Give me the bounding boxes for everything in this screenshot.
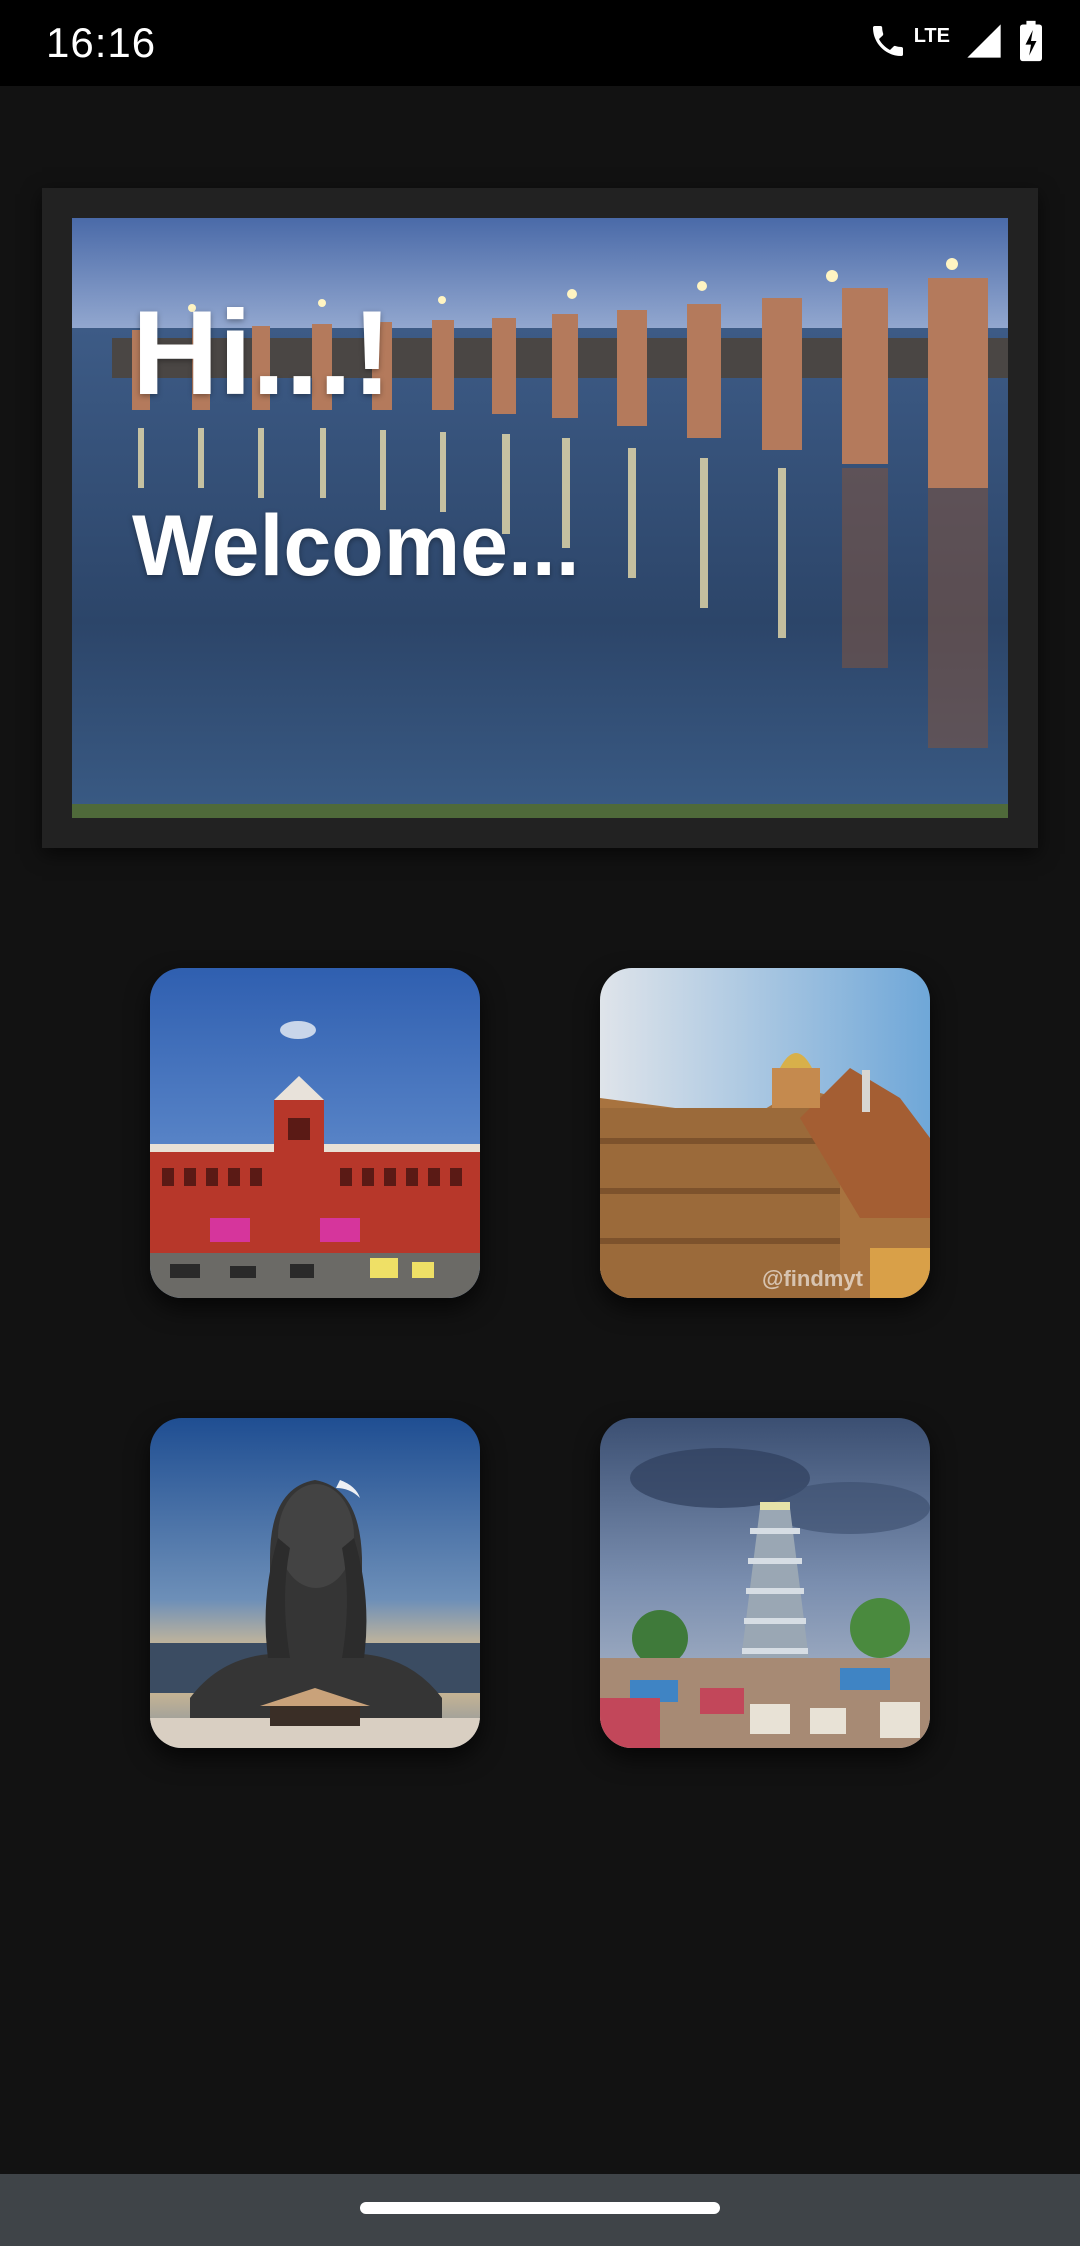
status-bar: 16:16 LTE [0,0,1080,86]
greeting-text: Hi...! [132,286,392,420]
battery-charging-icon [1018,19,1044,68]
signal-icon [964,21,1004,66]
network-type-label: LTE [913,24,950,47]
app-screen: 16:16 LTE Hi...! Welcome... @findmyt [0,0,1080,2246]
status-icons: LTE [868,18,1044,68]
adiyogi-statue-image [150,1418,480,1748]
home-gesture-handle[interactable] [360,2202,720,2214]
place-card-heritage-building[interactable] [150,968,480,1298]
welcome-text: Welcome... [132,498,580,594]
red-heritage-building-image [150,968,480,1298]
place-card-adiyogi-statue[interactable] [150,1418,480,1748]
welcome-banner: Hi...! Welcome... [42,188,1038,848]
status-time: 16:16 [46,19,157,66]
place-watermark: @findmyt [762,1266,864,1291]
place-card-rock-fort-temple[interactable]: @findmyt [600,968,930,1298]
rock-fort-temple-image: @findmyt [600,968,930,1298]
temple-gopuram-image [600,1418,930,1748]
place-card-temple-gopuram[interactable] [600,1418,930,1748]
call-icon [868,21,908,66]
